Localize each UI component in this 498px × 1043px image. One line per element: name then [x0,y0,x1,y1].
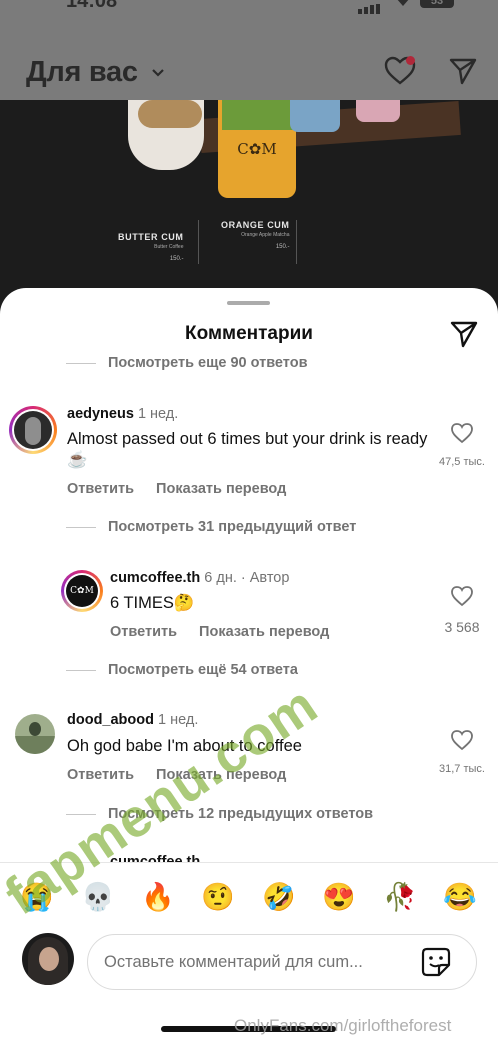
divider-line [66,669,96,671]
like-count: 3 568 [444,619,480,635]
username-text[interactable]: aedyneus [67,406,134,422]
battery-icon: 53 [420,0,454,8]
avatar-face [39,947,59,971]
cup-blue [290,100,340,132]
comment-input[interactable]: Оставьте комментарий для cum... [87,934,477,990]
comment-time: 6 дн. · Автор [204,570,290,586]
comment-text: Almost passed out 6 times but your drink… [67,430,428,469]
menu-item-desc: Butter Coffee [154,244,184,250]
like-heart-icon[interactable] [450,422,474,444]
username-text[interactable]: dood_abood [67,712,154,728]
comment-text: 6 TIMES🤔 [110,594,195,612]
comment-username[interactable]: cumcoffee.th 6 дн. · Автор [110,570,289,586]
menu-item-name: BUTTER CUM [118,232,184,242]
reply-button[interactable]: Ответить [67,481,134,497]
menu-item-desc: Orange Apple Matcha [241,232,290,238]
divider-line [66,362,96,364]
reply-button[interactable]: Ответить [67,767,134,783]
comment-input-placeholder: Оставьте комментарий для cum... [104,953,363,971]
share-send-icon[interactable] [450,320,478,348]
emoji-rofl-button[interactable]: 🤣 [261,881,297,913]
divider-line [66,526,96,528]
emoji-raised-eyebrow-button[interactable]: 🤨 [200,881,236,913]
emoji-tears-of-joy-button[interactable]: 😂 [442,881,478,913]
view-previous-replies-link[interactable]: Посмотреть 31 предыдущий ответ [66,519,356,535]
cup-orange-top [222,100,294,130]
menu-item-name: ORANGE CUM [221,220,290,230]
comment-actions: Ответить Показать перевод [110,624,347,640]
cup-logo: C✿M [237,140,277,158]
view-replies-label: Посмотреть еще 90 ответов [108,355,308,371]
menu-item-orange: ORANGE CUM Orange Apple Matcha 150.- [221,220,290,250]
menu-item-price: 150.- [275,244,290,250]
feed-title[interactable]: Для вас [26,56,138,89]
translate-button[interactable]: Показать перевод [156,481,286,497]
translate-button[interactable]: Показать перевод [199,624,329,640]
sheet-title: Комментарии [185,323,313,344]
wifi-icon [397,0,409,6]
emoji-wilted-rose-button[interactable]: 🥀 [382,881,418,913]
avatar[interactable]: C✿M [66,575,98,607]
sheet-drag-handle[interactable] [227,301,270,305]
comment-username[interactable]: aedyneus 1 нед. [67,406,178,422]
chevron-down-icon[interactable] [151,68,165,78]
like-count: 31,7 тыс. [439,763,485,775]
cup-pink [356,100,400,122]
own-avatar [22,933,74,985]
emoji-fire-button[interactable]: 🔥 [140,881,176,913]
send-icon[interactable] [449,57,477,85]
comment-username[interactable]: dood_abood 1 нед. [67,712,198,728]
emoji-heart-eyes-button[interactable]: 😍 [321,881,357,913]
menu-item-price: 150.- [169,256,184,262]
comment-time: 1 нед. [158,712,199,728]
cup-butter-foam [138,100,202,128]
reply-button[interactable]: Ответить [110,624,177,640]
view-more-label: Посмотреть ещё 54 ответа [108,662,298,678]
like-count: 47,5 тыс. [439,456,485,468]
username-text[interactable]: cumcoffee.th [110,570,200,586]
feed-header: 14:08 53 Для вас [0,0,498,100]
comments-sheet: Комментарии Посмотреть еще 90 ответов ae… [0,288,498,1043]
signal-icon [358,0,384,14]
status-time: 14:08 [66,0,118,12]
menu-divider [198,220,199,264]
avatar[interactable] [15,714,55,754]
menu-item-butter: BUTTER CUM Butter Coffee 150.- [118,232,184,262]
menu-divider [296,220,297,264]
avatar[interactable] [14,411,52,449]
comment-time: 1 нед. [137,406,179,422]
like-heart-icon[interactable] [450,729,474,751]
view-more-replies-link[interactable]: Посмотреть ещё 54 ответа [66,662,298,678]
post-photo: C✿M BUTTER CUM Butter Coffee 150.- ORANG… [0,100,498,300]
like-heart-icon[interactable] [450,585,474,607]
watermark-onlyfans: OnlyFans.com/girloftheforest [234,1016,452,1035]
sticker-icon[interactable] [421,947,451,977]
notification-dot [406,56,415,65]
view-replies-link[interactable]: Посмотреть еще 90 ответов [66,353,307,373]
view-previous-label: Посмотреть 31 предыдущий ответ [108,519,357,535]
comment-actions: Ответить Показать перевод [67,481,304,497]
